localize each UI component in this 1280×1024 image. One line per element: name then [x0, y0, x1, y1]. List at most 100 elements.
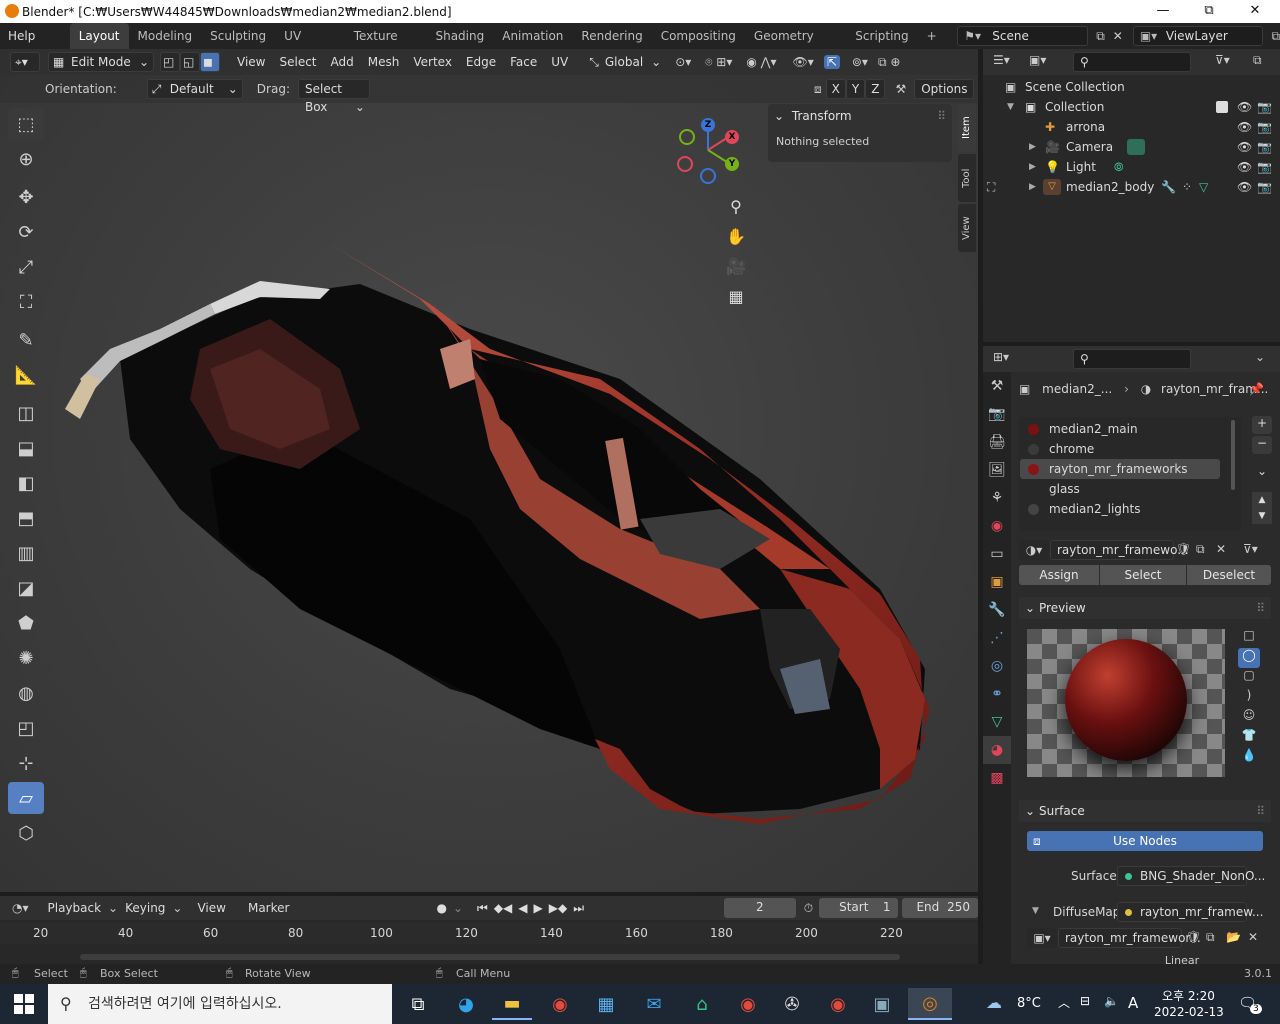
tab-animation[interactable]: Animation — [493, 23, 572, 49]
material-tab-icon[interactable]: ◕ — [983, 736, 1011, 764]
material-slot[interactable]: median2_lights — [1020, 499, 1220, 519]
slot-specials-icon[interactable]: ⌄ — [1252, 464, 1272, 482]
timeline-ruler[interactable]: 20 40 60 80 100 120 140 160 180 200 220 — [0, 922, 978, 944]
render-camera-icon[interactable]: 📷 — [1257, 117, 1272, 137]
interpolation-dropdown[interactable]: Linear — [1117, 954, 1247, 964]
transform-orientation-dropdown[interactable]: ⤡ Global ⌄ — [589, 55, 661, 70]
extrude-tool[interactable]: ⬓ — [8, 432, 44, 464]
scene-selector[interactable]: ⚑▾ Scene — [957, 26, 1089, 46]
shrink-fatten-tool[interactable]: ⊹ — [8, 747, 44, 779]
play-reverse-icon[interactable]: ◀ — [518, 901, 527, 916]
collection-tab-icon[interactable]: ▭ — [983, 540, 1011, 568]
mail-icon[interactable]: ✉ — [634, 988, 674, 1020]
new-scene-icon[interactable]: ⧉ — [1096, 29, 1105, 44]
timeline-scrollbar[interactable] — [80, 954, 900, 960]
eye-icon[interactable]: 👁 — [1237, 177, 1252, 197]
drag-dropdown[interactable]: Select Box ⌄ — [297, 79, 370, 114]
outliner-scene-collection[interactable]: ▣ Scene Collection — [983, 77, 1280, 97]
menu-keying[interactable]: Keying — [118, 898, 172, 918]
tab-scripting[interactable]: Scripting — [846, 23, 917, 49]
outliner-item-camera[interactable]: ▶ 🎥 Camera 👁 📷 — [983, 137, 1280, 157]
bevel-tool[interactable]: ⬒ — [8, 502, 44, 534]
close-button[interactable]: ✕ — [1232, 0, 1278, 23]
tab-tool[interactable]: Tool — [958, 154, 976, 202]
drag-handle-icon[interactable]: ⠿ — [937, 104, 946, 128]
chrome-icon[interactable]: ◉ — [540, 988, 580, 1020]
mirror-icon[interactable]: ⧈ — [814, 82, 822, 97]
proportional-edit-icon[interactable]: ◉ ⋀▾ — [746, 55, 776, 69]
tray-chevron-icon[interactable]: ︿ — [1058, 994, 1070, 1011]
material-slot[interactable]: chrome — [1020, 439, 1220, 459]
render-camera-icon[interactable]: 📷 — [1257, 137, 1272, 157]
display-mode-icon[interactable]: ▣▾ — [1029, 53, 1046, 67]
grid-icon[interactable]: ▦ — [722, 282, 750, 310]
cursor-tool[interactable]: ⊕ — [8, 143, 44, 175]
fake-user-icon[interactable]: 🛡 — [1186, 930, 1201, 944]
tab-shading[interactable]: Shading — [426, 23, 493, 49]
pin-icon[interactable]: 📌 — [1249, 379, 1264, 399]
vertex-select-icon[interactable]: ◰ — [160, 52, 180, 72]
material-slot[interactable]: rayton_mr_frameworks — [1020, 459, 1220, 479]
gizmo-x-axis[interactable]: X — [725, 130, 739, 144]
cloth-preview-icon[interactable]: 👕 — [1238, 728, 1260, 748]
properties-editor-icon[interactable]: ⊞▾ — [993, 350, 1009, 364]
checkbox-icon[interactable] — [1216, 101, 1228, 113]
menu-edge[interactable]: Edge — [459, 52, 503, 72]
edge-browser-icon[interactable]: ◕ — [446, 988, 486, 1020]
outliner-item-median2-body[interactable]: ⛶ ▶ ▽ median2_body 🔧 ⁘ ▽ 👁 📷 — [983, 177, 1280, 197]
next-keyframe-icon[interactable]: ▶◆ — [549, 901, 567, 916]
chevron-down-icon[interactable]: ⌄ — [1255, 350, 1265, 364]
pan-hand-icon[interactable]: ✋ — [722, 222, 750, 250]
eye-icon[interactable]: 👁 — [1237, 137, 1252, 157]
properties-search-input[interactable]: ⚲ — [1073, 349, 1191, 369]
add-workspace-button[interactable]: + — [918, 23, 946, 49]
view-layer-tab-icon[interactable]: 🖼 — [983, 456, 1011, 484]
orientation-dropdown[interactable]: ⤢ Default ⌄ — [146, 79, 243, 99]
unlink-image-icon[interactable]: ✕ — [1248, 930, 1258, 944]
measure-tool[interactable]: 📐 — [8, 359, 44, 391]
constraints-tab-icon[interactable]: ⚭ — [983, 680, 1011, 708]
outliner-item-light[interactable]: ▶ 💡 Light ⦾ 👁 📷 — [983, 157, 1280, 177]
jump-end-icon[interactable]: ⏭ — [573, 901, 584, 916]
tab-item[interactable]: Item — [958, 104, 976, 152]
blender-taskbar-icon[interactable]: ◎ — [908, 988, 952, 1020]
edge-slide-tool[interactable]: ◰ — [8, 712, 44, 744]
mirror-z-button[interactable]: Z — [865, 79, 886, 99]
face-select-icon[interactable]: ◼ — [200, 52, 220, 72]
unlink-material-icon[interactable]: ✕ — [1216, 542, 1226, 556]
sphere-preview-icon[interactable]: ◯ — [1238, 648, 1260, 668]
eye-icon[interactable]: 👁 — [1237, 117, 1252, 137]
edge-select-icon[interactable]: ◱ — [180, 52, 200, 72]
store-icon[interactable]: ▦ — [586, 988, 626, 1020]
outliner-editor-icon[interactable]: ☰▾ — [993, 53, 1010, 67]
fluid-preview-icon[interactable]: 💧 — [1238, 748, 1260, 768]
remote-app-icon[interactable]: ⌂ — [682, 988, 722, 1020]
maximize-button[interactable]: ⧉ — [1186, 0, 1232, 23]
task-view-icon[interactable]: ⧉ — [398, 988, 438, 1020]
menu-add[interactable]: Add — [324, 52, 361, 72]
slot-list-scrollbar[interactable] — [1231, 420, 1235, 490]
wrench-icon[interactable]: ⚒ — [895, 82, 906, 96]
tab-sculpting[interactable]: Sculpting — [201, 23, 275, 49]
assign-button[interactable]: Assign — [1019, 565, 1099, 585]
navigation-gizmo[interactable]: Z X Y — [672, 114, 744, 186]
gizmo-z-axis[interactable]: Z — [701, 118, 715, 132]
material-browse-button[interactable]: ◑▾ — [1019, 540, 1049, 560]
mode-selector[interactable]: ▦ Edit Mode ⌄ — [48, 52, 154, 72]
move-up-icon[interactable]: ▲ — [1252, 492, 1272, 508]
chrome-icon[interactable]: ◉ — [818, 988, 858, 1020]
object-tab-icon[interactable]: ▣ — [983, 568, 1011, 596]
texture-tab-icon[interactable]: ▩ — [983, 764, 1011, 792]
particles-tab-icon[interactable]: ⋰ — [983, 624, 1011, 652]
open-folder-icon[interactable]: 📂 — [1226, 930, 1241, 944]
menu-select[interactable]: Select — [272, 52, 323, 72]
duplicate-image-icon[interactable]: ⧉ — [1206, 930, 1215, 945]
material-slot[interactable]: median2_main — [1020, 419, 1220, 439]
world-tab-icon[interactable]: ◉ — [983, 512, 1011, 540]
remove-slot-icon[interactable]: − — [1252, 436, 1272, 454]
image-browse-button[interactable]: ▣▾ — [1027, 928, 1057, 948]
expand-arrow-icon[interactable]: ▶ — [1029, 137, 1036, 157]
material-slot[interactable]: glass — [1020, 479, 1220, 499]
menu-view[interactable]: View — [230, 52, 272, 72]
rotate-tool[interactable]: ⟳ — [8, 216, 44, 248]
